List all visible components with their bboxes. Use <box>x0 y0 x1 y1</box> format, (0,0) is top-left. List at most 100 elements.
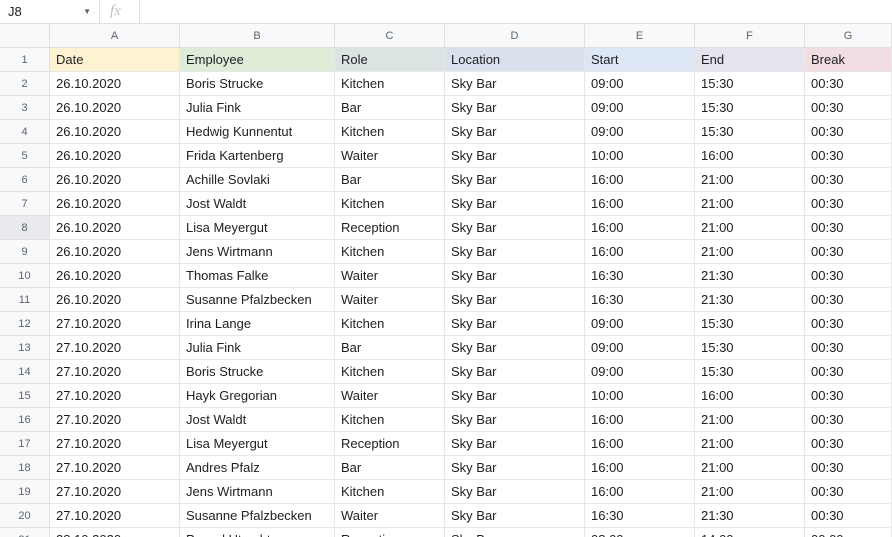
cell[interactable]: Bar <box>335 96 445 120</box>
row-header-7[interactable]: 7 <box>0 192 50 216</box>
cell[interactable]: Sky Bar <box>445 384 585 408</box>
cell[interactable]: Irina Lange <box>180 312 335 336</box>
cell[interactable]: Kitchen <box>335 192 445 216</box>
cell[interactable]: Sky Bar <box>445 168 585 192</box>
row-header-5[interactable]: 5 <box>0 144 50 168</box>
cell[interactable]: 09:00 <box>585 312 695 336</box>
cell[interactable]: 00:30 <box>805 216 892 240</box>
cell[interactable]: 16:00 <box>585 192 695 216</box>
cell[interactable]: 09:00 <box>585 96 695 120</box>
cell[interactable]: 00:30 <box>805 384 892 408</box>
column-header-E[interactable]: E <box>585 24 695 48</box>
cell[interactable]: 08:00 <box>585 528 695 537</box>
cell[interactable]: Sky Bar <box>445 480 585 504</box>
cell[interactable]: Thomas Falke <box>180 264 335 288</box>
row-header-9[interactable]: 9 <box>0 240 50 264</box>
cell[interactable]: 16:30 <box>585 264 695 288</box>
cell[interactable]: 26.10.2020 <box>50 216 180 240</box>
header-cell[interactable]: Start <box>585 48 695 72</box>
cell[interactable]: Pascal Utrecht <box>180 528 335 537</box>
cell[interactable]: 27.10.2020 <box>50 432 180 456</box>
cell[interactable]: Sky Bar <box>445 240 585 264</box>
cell[interactable]: 09:00 <box>585 120 695 144</box>
cell[interactable]: Sky Bar <box>445 120 585 144</box>
name-box[interactable]: J8 ▼ <box>0 0 100 23</box>
cell[interactable]: 27.10.2020 <box>50 336 180 360</box>
row-header-17[interactable]: 17 <box>0 432 50 456</box>
cell[interactable]: Sky Bar <box>445 288 585 312</box>
cell[interactable]: Hedwig Kunnentut <box>180 120 335 144</box>
cell[interactable]: 27.10.2020 <box>50 480 180 504</box>
cell[interactable]: 00:30 <box>805 408 892 432</box>
cell[interactable]: Sky Bar <box>445 144 585 168</box>
row-header-12[interactable]: 12 <box>0 312 50 336</box>
cell[interactable]: Kitchen <box>335 360 445 384</box>
cell[interactable]: Waiter <box>335 504 445 528</box>
column-header-F[interactable]: F <box>695 24 805 48</box>
cell[interactable]: 27.10.2020 <box>50 384 180 408</box>
cell[interactable]: Reception <box>335 432 445 456</box>
spreadsheet-grid[interactable]: ABCDEFG1DateEmployeeRoleLocationStartEnd… <box>0 24 892 537</box>
cell[interactable]: Sky Bar <box>445 192 585 216</box>
cell[interactable]: 00:30 <box>805 288 892 312</box>
cell[interactable]: Bar <box>335 456 445 480</box>
cell[interactable]: 26.10.2020 <box>50 288 180 312</box>
cell[interactable]: Hayk Gregorian <box>180 384 335 408</box>
cell[interactable]: 26.10.2020 <box>50 72 180 96</box>
column-header-B[interactable]: B <box>180 24 335 48</box>
row-header-15[interactable]: 15 <box>0 384 50 408</box>
cell[interactable]: Susanne Pfalzbecken <box>180 288 335 312</box>
cell[interactable]: Sky Bar <box>445 528 585 537</box>
header-cell[interactable]: End <box>695 48 805 72</box>
row-header-20[interactable]: 20 <box>0 504 50 528</box>
cell[interactable]: 00:30 <box>805 144 892 168</box>
cell[interactable]: Sky Bar <box>445 408 585 432</box>
cell[interactable]: 15:30 <box>695 312 805 336</box>
cell[interactable]: 26.10.2020 <box>50 96 180 120</box>
cell[interactable]: 21:00 <box>695 432 805 456</box>
cell[interactable]: Achille Sovlaki <box>180 168 335 192</box>
cell[interactable]: Lisa Meyergut <box>180 216 335 240</box>
row-header-13[interactable]: 13 <box>0 336 50 360</box>
cell[interactable]: Sky Bar <box>445 96 585 120</box>
row-header-10[interactable]: 10 <box>0 264 50 288</box>
row-header-1[interactable]: 1 <box>0 48 50 72</box>
cell[interactable]: 09:00 <box>585 336 695 360</box>
select-all-corner[interactable] <box>0 24 50 48</box>
cell[interactable]: 21:00 <box>695 168 805 192</box>
cell[interactable]: 21:30 <box>695 264 805 288</box>
column-header-A[interactable]: A <box>50 24 180 48</box>
cell[interactable]: 26.10.2020 <box>50 120 180 144</box>
cell[interactable]: 16:00 <box>695 144 805 168</box>
row-header-6[interactable]: 6 <box>0 168 50 192</box>
cell[interactable]: 00:00 <box>805 528 892 537</box>
cell[interactable]: 27.10.2020 <box>50 408 180 432</box>
cell[interactable]: 27.10.2020 <box>50 360 180 384</box>
cell[interactable]: Julia Fink <box>180 96 335 120</box>
cell[interactable]: Kitchen <box>335 120 445 144</box>
cell[interactable]: Julia Fink <box>180 336 335 360</box>
cell[interactable]: 00:30 <box>805 432 892 456</box>
cell[interactable]: Frida Kartenberg <box>180 144 335 168</box>
cell[interactable]: 15:30 <box>695 96 805 120</box>
cell[interactable]: 21:30 <box>695 504 805 528</box>
cell[interactable]: Kitchen <box>335 312 445 336</box>
cell[interactable]: Sky Bar <box>445 72 585 96</box>
row-header-19[interactable]: 19 <box>0 480 50 504</box>
row-header-3[interactable]: 3 <box>0 96 50 120</box>
cell[interactable]: 16:00 <box>585 432 695 456</box>
row-header-14[interactable]: 14 <box>0 360 50 384</box>
cell[interactable]: 00:30 <box>805 360 892 384</box>
cell[interactable]: 26.10.2020 <box>50 168 180 192</box>
cell[interactable]: 27.10.2020 <box>50 504 180 528</box>
cell[interactable]: 16:00 <box>585 408 695 432</box>
header-cell[interactable]: Employee <box>180 48 335 72</box>
cell[interactable]: 26.10.2020 <box>50 144 180 168</box>
cell[interactable]: Kitchen <box>335 408 445 432</box>
cell[interactable]: 16:00 <box>695 384 805 408</box>
cell[interactable]: Sky Bar <box>445 264 585 288</box>
row-header-2[interactable]: 2 <box>0 72 50 96</box>
header-cell[interactable]: Location <box>445 48 585 72</box>
cell[interactable]: Jost Waldt <box>180 408 335 432</box>
cell[interactable]: Sky Bar <box>445 432 585 456</box>
